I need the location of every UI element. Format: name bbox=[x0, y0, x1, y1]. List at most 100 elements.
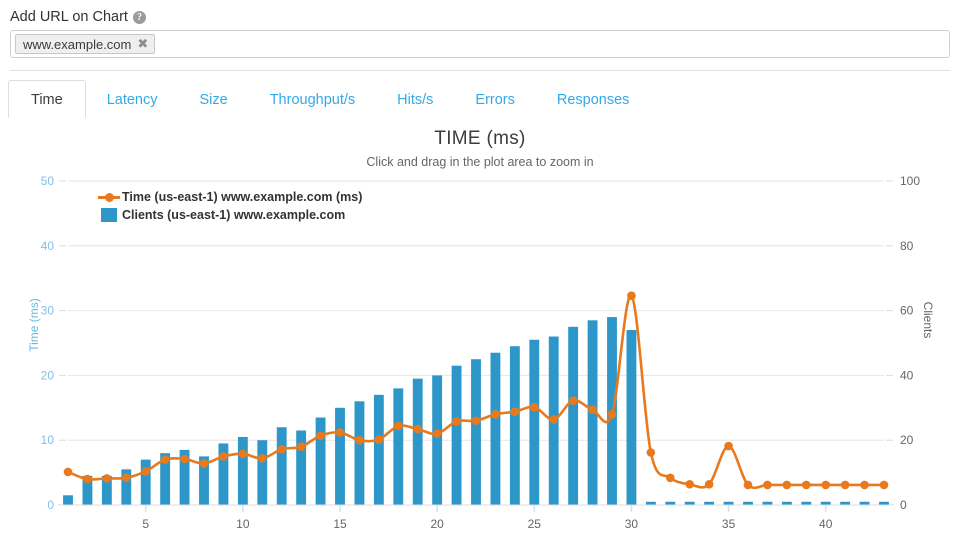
data-point[interactable] bbox=[180, 455, 189, 464]
legend-item-clients[interactable]: Clients (us-east-1) www.example.com bbox=[96, 206, 362, 224]
chart-container[interactable]: TIME (ms) Click and drag in the plot are… bbox=[0, 118, 960, 548]
bar[interactable] bbox=[141, 460, 151, 505]
data-point[interactable] bbox=[744, 481, 753, 490]
bar[interactable] bbox=[277, 427, 287, 505]
data-point[interactable] bbox=[588, 405, 597, 414]
data-point[interactable] bbox=[239, 450, 248, 459]
data-point[interactable] bbox=[161, 455, 170, 464]
tab-responses[interactable]: Responses bbox=[536, 80, 651, 118]
data-point[interactable] bbox=[530, 403, 539, 412]
data-point[interactable] bbox=[452, 417, 461, 426]
data-point[interactable] bbox=[569, 396, 578, 405]
data-point[interactable] bbox=[375, 435, 384, 444]
data-point[interactable] bbox=[336, 428, 345, 437]
bar[interactable] bbox=[529, 340, 539, 505]
data-point[interactable] bbox=[491, 410, 500, 419]
url-tag-chip[interactable]: www.example.com ✖ bbox=[15, 34, 155, 54]
divider bbox=[10, 70, 950, 71]
metric-tabs: TimeLatencySizeThroughput/sHits/sErrorsR… bbox=[8, 80, 650, 118]
data-point[interactable] bbox=[83, 475, 92, 484]
y-tick-label-right: 0 bbox=[900, 498, 907, 512]
url-tag-label: www.example.com bbox=[23, 37, 131, 52]
x-tick-label: 35 bbox=[722, 517, 736, 531]
data-point[interactable] bbox=[724, 442, 733, 451]
bar[interactable] bbox=[413, 379, 423, 505]
legend-label-time: Time (us-east-1) www.example.com (ms) bbox=[122, 190, 362, 204]
bar[interactable] bbox=[490, 353, 500, 505]
bar[interactable] bbox=[471, 359, 481, 505]
tab-time[interactable]: Time bbox=[8, 80, 86, 118]
bar[interactable] bbox=[393, 388, 403, 505]
bar[interactable] bbox=[568, 327, 578, 505]
data-point[interactable] bbox=[860, 481, 869, 490]
data-point[interactable] bbox=[472, 416, 481, 425]
help-icon[interactable]: ? bbox=[133, 11, 146, 24]
data-point[interactable] bbox=[608, 410, 617, 419]
data-point[interactable] bbox=[433, 429, 442, 438]
legend-label-clients: Clients (us-east-1) www.example.com bbox=[122, 208, 345, 222]
bar[interactable] bbox=[354, 401, 364, 505]
bar[interactable] bbox=[510, 346, 520, 505]
bar[interactable] bbox=[374, 395, 384, 505]
bar[interactable] bbox=[257, 440, 267, 505]
data-point[interactable] bbox=[141, 467, 150, 476]
y-tick-label-right: 20 bbox=[900, 433, 914, 447]
bar[interactable] bbox=[626, 330, 636, 505]
tab-latency[interactable]: Latency bbox=[86, 80, 179, 118]
data-point[interactable] bbox=[627, 291, 636, 300]
x-tick-label: 20 bbox=[430, 517, 444, 531]
data-point[interactable] bbox=[394, 422, 403, 431]
x-tick-label: 25 bbox=[528, 517, 542, 531]
bar[interactable] bbox=[335, 408, 345, 505]
bar[interactable] bbox=[63, 495, 73, 505]
data-point[interactable] bbox=[200, 459, 209, 468]
legend-item-time[interactable]: Time (us-east-1) www.example.com (ms) bbox=[96, 188, 362, 206]
data-point[interactable] bbox=[647, 448, 656, 457]
data-point[interactable] bbox=[316, 431, 325, 440]
x-tick-label: 15 bbox=[333, 517, 347, 531]
data-point[interactable] bbox=[666, 473, 675, 482]
data-point[interactable] bbox=[705, 480, 714, 489]
bar[interactable] bbox=[238, 437, 248, 505]
data-point[interactable] bbox=[297, 442, 306, 451]
data-point[interactable] bbox=[413, 425, 422, 434]
data-point[interactable] bbox=[511, 407, 520, 416]
data-point[interactable] bbox=[219, 452, 228, 461]
data-point[interactable] bbox=[685, 480, 694, 489]
tab-hits-s[interactable]: Hits/s bbox=[376, 80, 454, 118]
close-icon[interactable]: ✖ bbox=[137, 38, 148, 51]
data-point[interactable] bbox=[277, 445, 286, 454]
data-point[interactable] bbox=[549, 415, 558, 424]
line-marker-icon bbox=[96, 196, 122, 199]
data-point[interactable] bbox=[783, 481, 792, 490]
data-point[interactable] bbox=[763, 481, 772, 490]
tab-throughput-s[interactable]: Throughput/s bbox=[249, 80, 376, 118]
y-tick-label-left: 30 bbox=[41, 304, 55, 318]
data-point[interactable] bbox=[103, 474, 112, 483]
y-tick-label-left: 0 bbox=[47, 498, 54, 512]
data-point[interactable] bbox=[355, 436, 364, 445]
bar[interactable] bbox=[296, 430, 306, 505]
chart-legend: Time (us-east-1) www.example.com (ms) Cl… bbox=[96, 188, 362, 224]
data-point[interactable] bbox=[258, 454, 267, 463]
data-point[interactable] bbox=[802, 481, 811, 490]
y-tick-label-left: 20 bbox=[41, 368, 55, 382]
tab-size[interactable]: Size bbox=[178, 80, 248, 118]
y-tick-label-left: 50 bbox=[41, 174, 55, 188]
url-input[interactable]: www.example.com ✖ bbox=[10, 30, 950, 58]
bar[interactable] bbox=[432, 375, 442, 505]
bar[interactable] bbox=[316, 418, 326, 505]
add-url-label-row: Add URL on Chart ? bbox=[10, 8, 146, 26]
tab-errors[interactable]: Errors bbox=[454, 80, 535, 118]
data-point[interactable] bbox=[880, 481, 889, 490]
data-point[interactable] bbox=[64, 468, 73, 477]
y-tick-label-right: 100 bbox=[900, 174, 920, 188]
x-tick-label: 30 bbox=[625, 517, 639, 531]
data-point[interactable] bbox=[122, 473, 131, 482]
bar[interactable] bbox=[452, 366, 462, 505]
bar-swatch-icon bbox=[96, 208, 122, 222]
y-tick-label-left: 10 bbox=[41, 433, 55, 447]
data-point[interactable] bbox=[821, 481, 830, 490]
data-point[interactable] bbox=[841, 481, 850, 490]
chart-plot[interactable]: 01020304050020406080100510152025303540 bbox=[0, 118, 960, 548]
